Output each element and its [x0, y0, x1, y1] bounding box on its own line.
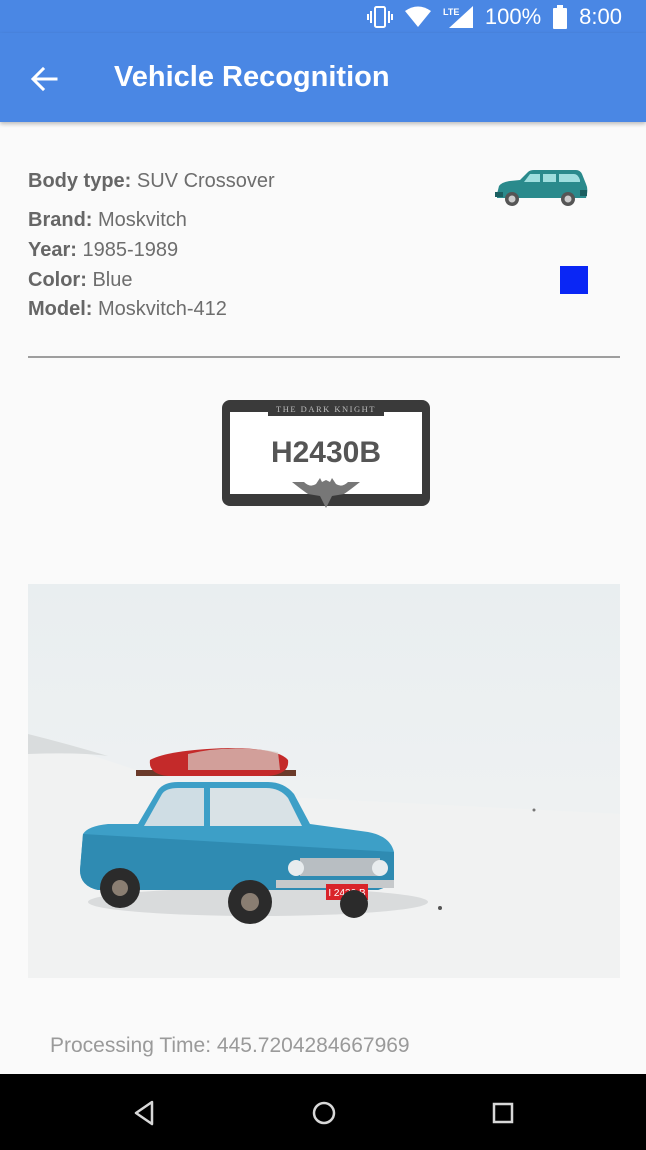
- body-type-label: Body type:: [28, 170, 132, 192]
- brand-row: Brand: Moskvitch: [28, 209, 187, 232]
- network-label: LTE: [443, 7, 459, 17]
- divider: [28, 356, 620, 358]
- suv-car-icon: [495, 170, 588, 206]
- year-label: Year:: [28, 239, 77, 261]
- model-value: Moskvitch-412: [92, 298, 227, 320]
- body-type-row: Body type: SUV Crossover: [28, 170, 275, 193]
- battery-percent: 100%: [484, 4, 542, 29]
- home-circle-icon[interactable]: [309, 1098, 339, 1128]
- processing-time-value: 445.7204284667969: [216, 1034, 410, 1057]
- status-bar: LTE 100% 8:00: [0, 0, 646, 33]
- arrow-back-icon[interactable]: [28, 63, 60, 95]
- battery-icon: [553, 5, 568, 29]
- app-bar: Vehicle Recognition: [0, 33, 646, 122]
- year-value: 1985-1989: [76, 239, 179, 261]
- color-value: Blue: [86, 269, 133, 291]
- recents-square-icon[interactable]: [488, 1098, 518, 1128]
- status-icons: LTE 100% 8:00: [366, 4, 622, 30]
- back-triangle-icon[interactable]: [130, 1098, 160, 1128]
- plate-number: H2430B: [270, 436, 382, 469]
- vibrate-icon: [366, 6, 393, 28]
- vehicle-photo: I 2430 B: [28, 584, 620, 978]
- system-nav-bar: [0, 1074, 646, 1150]
- brand-value: Moskvitch: [92, 209, 187, 231]
- color-swatch: [560, 266, 588, 294]
- clock: 8:00: [579, 4, 622, 29]
- model-row: Model: Moskvitch-412: [28, 298, 227, 321]
- wifi-icon: [404, 6, 431, 27]
- plate-frame-text: THE DARK KNIGHT: [276, 404, 376, 414]
- year-row: Year: 1985-1989: [28, 239, 178, 262]
- color-label: Color:: [28, 269, 87, 291]
- processing-time: Processing Time: 445.7204284667969: [50, 1034, 410, 1058]
- brand-label: Brand:: [28, 209, 93, 231]
- processing-time-label: Processing Time:: [50, 1034, 217, 1057]
- body-type-value: SUV Crossover: [131, 170, 275, 192]
- lte-signal-icon: LTE: [443, 6, 473, 28]
- model-label: Model:: [28, 298, 93, 320]
- page-title: Vehicle Recognition: [114, 61, 390, 93]
- color-row: Color: Blue: [28, 269, 132, 292]
